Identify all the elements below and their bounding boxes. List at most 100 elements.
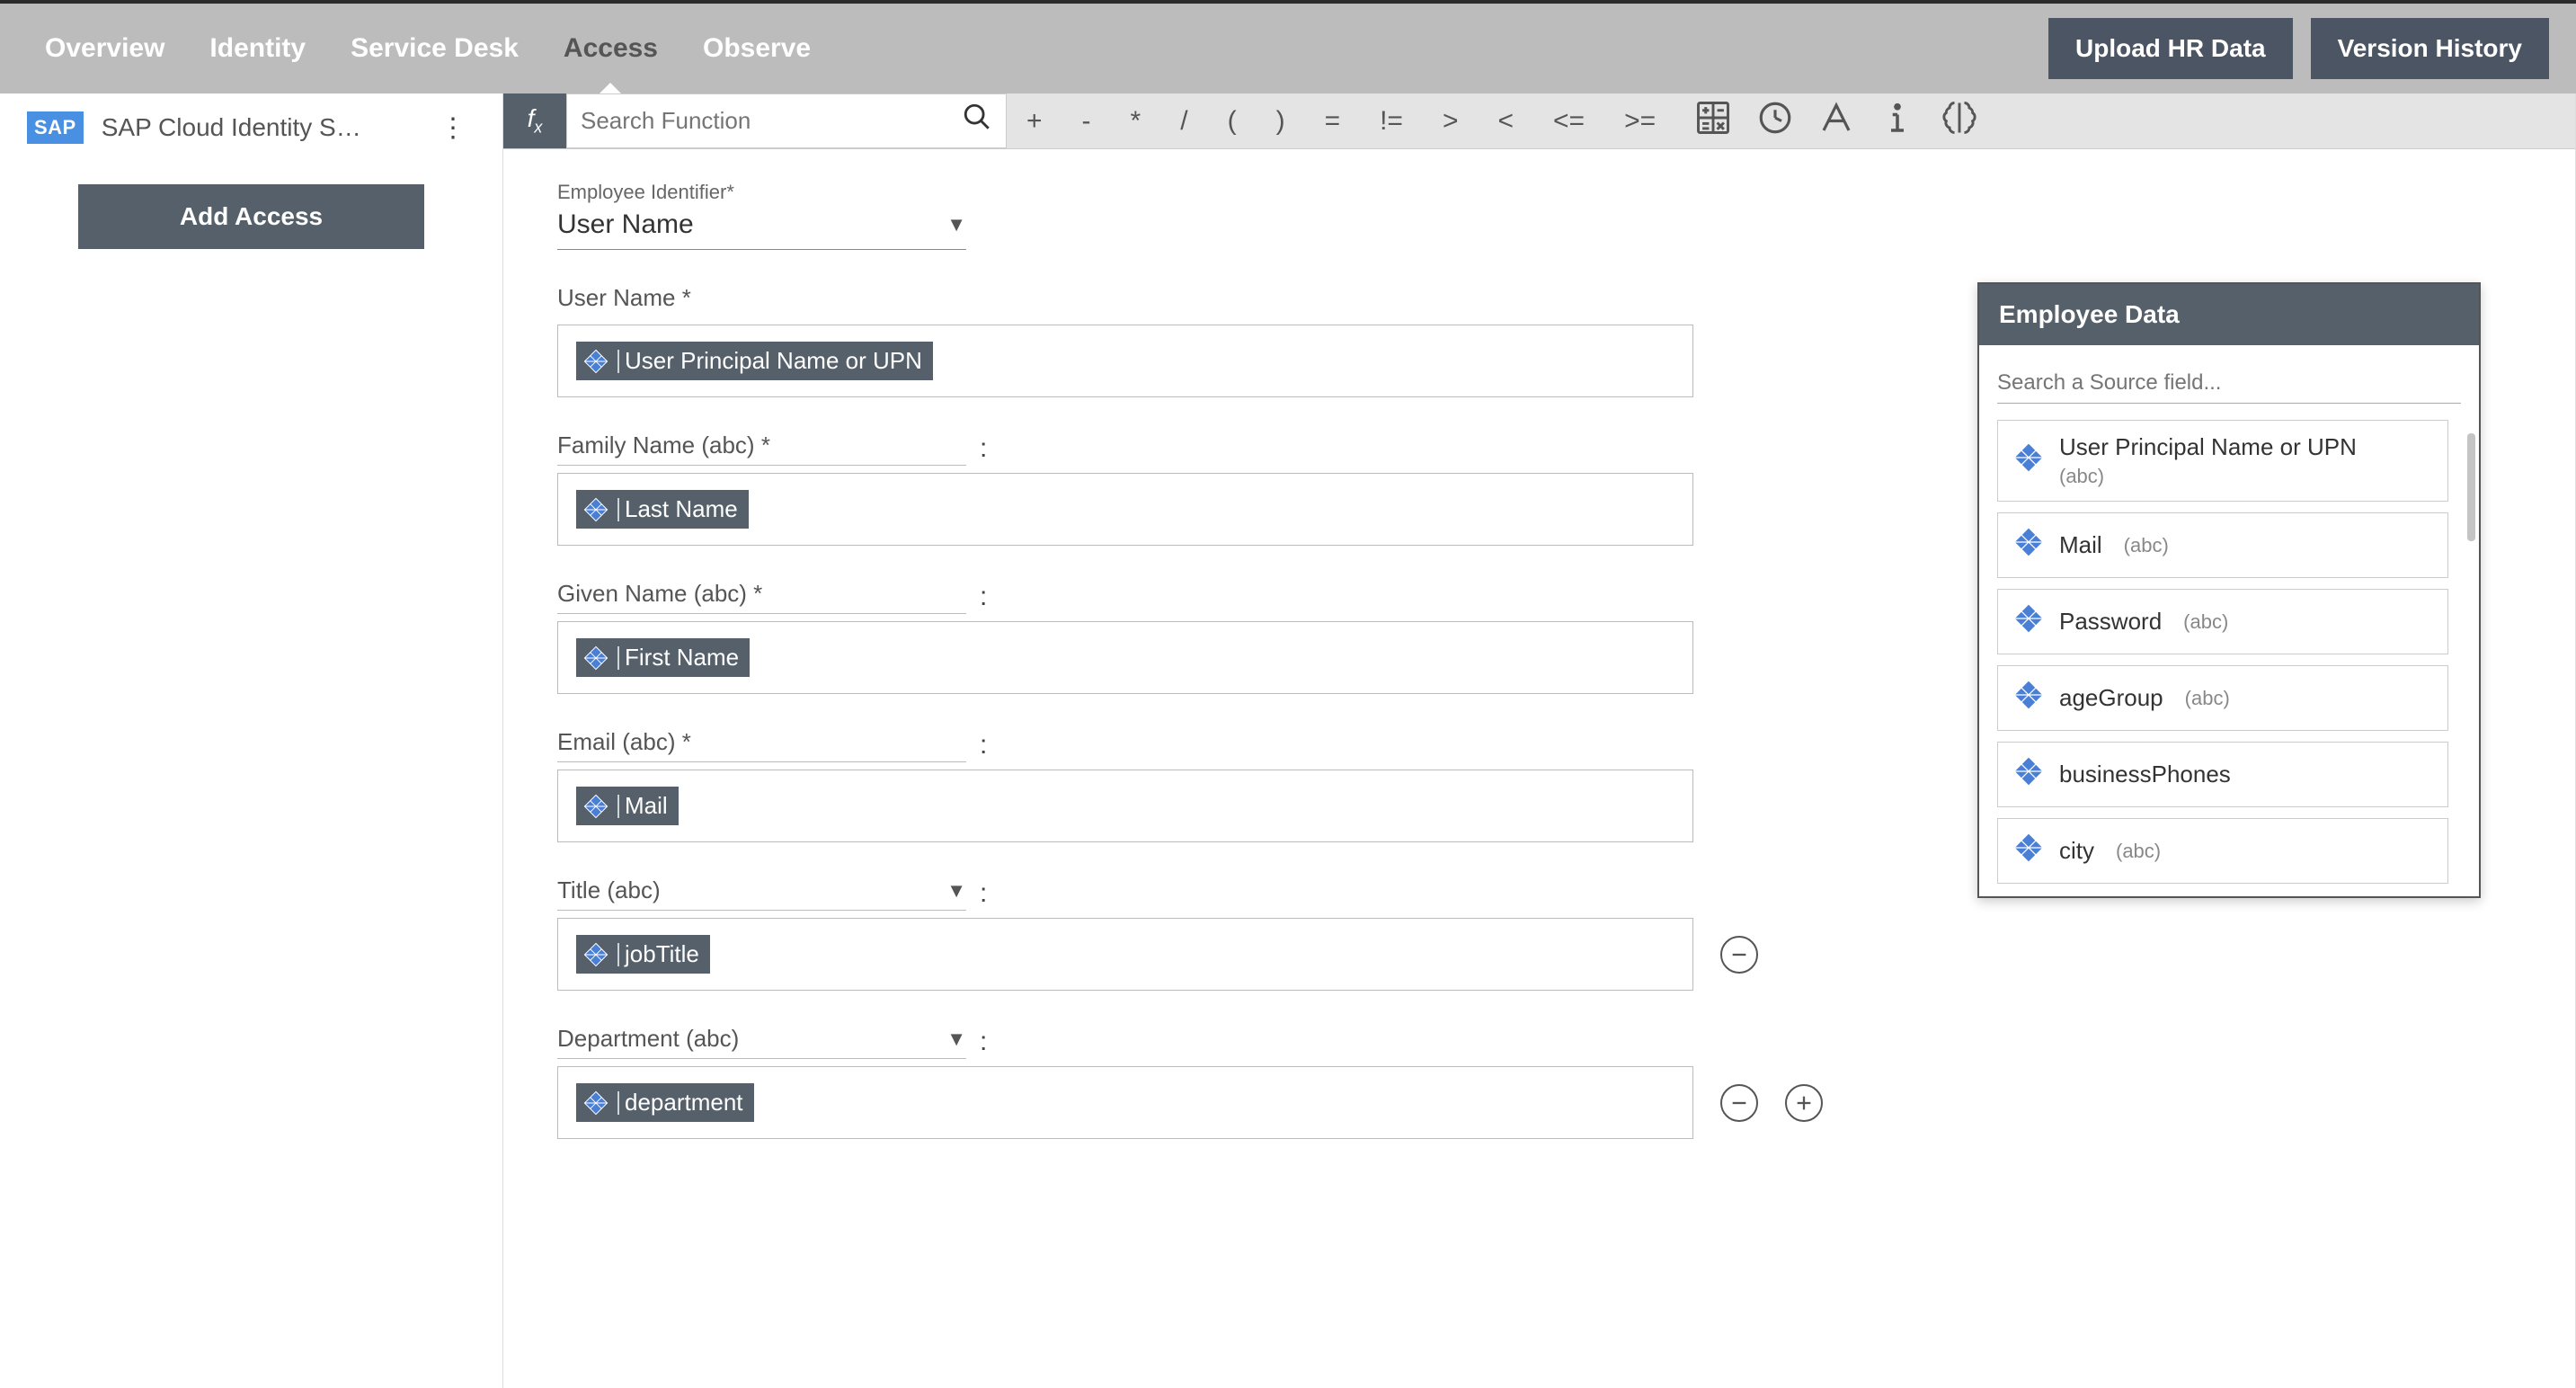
field-label[interactable]: Department (abc)▼: [557, 1025, 966, 1059]
mapping-input[interactable]: Mail: [557, 770, 1693, 842]
operator-button[interactable]: /: [1160, 106, 1207, 137]
colon-label: :: [980, 1027, 987, 1057]
kebab-menu-icon[interactable]: ⋮: [431, 112, 475, 144]
source-field-item[interactable]: businessPhones: [1997, 742, 2448, 807]
formula-toolbar: fx +-*/()=!=><<=>=: [503, 93, 2575, 149]
employee-identifier-label: Employee Identifier*: [557, 181, 1977, 204]
operator-button[interactable]: <: [1478, 106, 1533, 137]
source-field-list: User Principal Name or UPN(abc) Mail (abc)…: [1997, 420, 2461, 896]
operator-button[interactable]: +: [1007, 106, 1062, 137]
sidebar: SAP SAP Cloud Identity S… ⋮ Add Access: [0, 93, 503, 1388]
source-field-item[interactable]: User Principal Name or UPN(abc): [1997, 420, 2448, 502]
source-chip[interactable]: User Principal Name or UPN: [576, 342, 933, 380]
operator-buttons: +-*/()=!=><<=>=: [1007, 93, 1675, 148]
field-label: User Name *: [557, 284, 966, 317]
operator-button[interactable]: ): [1257, 106, 1305, 137]
clock-icon[interactable]: [1756, 99, 1794, 143]
remove-field-button[interactable]: [1720, 936, 1758, 974]
employee-identifier-group: Employee Identifier* User Name ▼: [557, 181, 1977, 250]
field-label[interactable]: Title (abc)▼: [557, 876, 966, 911]
mapping-input[interactable]: Last Name: [557, 473, 1693, 546]
mapping-input[interactable]: jobTitle: [557, 918, 1693, 991]
chevron-down-icon: ▼: [946, 1028, 966, 1051]
add-access-button[interactable]: Add Access: [78, 184, 424, 249]
colon-label: :: [980, 878, 987, 909]
field-label: Given Name (abc) *: [557, 580, 966, 614]
diamond-icon: [2012, 832, 2045, 870]
popup-title: Employee Data: [1979, 284, 2479, 345]
source-field-search-input[interactable]: [1997, 363, 2461, 404]
mapping-input[interactable]: department: [557, 1066, 1693, 1139]
colon-label: :: [980, 730, 987, 761]
employee-data-popup: Employee Data User Principal Name or UPN…: [1977, 282, 2481, 898]
diamond-icon: [2012, 755, 2045, 794]
scrollbar-thumb[interactable]: [2467, 433, 2475, 541]
tab-access[interactable]: Access: [546, 17, 676, 80]
brain-icon[interactable]: [1940, 98, 1979, 144]
operator-button[interactable]: <=: [1533, 106, 1604, 137]
source-field-item[interactable]: ageGroup (abc): [1997, 665, 2448, 731]
search-icon[interactable]: [962, 102, 992, 140]
field-group: Email (abc) *:Mail: [557, 728, 1977, 842]
operator-button[interactable]: -: [1062, 106, 1111, 137]
operator-button[interactable]: (: [1208, 106, 1257, 137]
source-field-type: (abc): [2124, 534, 2169, 557]
version-history-button[interactable]: Version History: [2311, 18, 2549, 79]
source-field-item[interactable]: city (abc): [1997, 818, 2448, 884]
diamond-icon: [2012, 441, 2045, 480]
operator-button[interactable]: *: [1111, 106, 1161, 137]
sidebar-item-sap-cloud-identity[interactable]: SAP SAP Cloud Identity S… ⋮: [0, 93, 502, 162]
tab-overview[interactable]: Overview: [27, 17, 182, 80]
source-chip[interactable]: department: [576, 1083, 754, 1122]
chevron-down-icon: ▼: [946, 213, 966, 236]
source-field-item[interactable]: Password(abc): [1997, 589, 2448, 654]
remove-field-button[interactable]: [1720, 1084, 1758, 1122]
source-field-type: (abc): [2185, 687, 2230, 710]
tab-identity[interactable]: Identity: [191, 17, 324, 80]
source-field-name: Mail: [2059, 531, 2102, 559]
operator-button[interactable]: !=: [1360, 106, 1423, 137]
employee-identifier-value: User Name: [557, 209, 694, 240]
tab-service-desk[interactable]: Service Desk: [333, 17, 537, 80]
source-field-name: city: [2059, 837, 2094, 865]
chip-label: Mail: [625, 792, 668, 820]
source-chip[interactable]: Last Name: [576, 490, 749, 529]
diamond-icon: [583, 349, 608, 374]
info-icon[interactable]: [1879, 99, 1916, 143]
diamond-icon: [583, 794, 608, 819]
field-group: Title (abc)▼: jobTitle: [557, 876, 1977, 991]
source-chip[interactable]: jobTitle: [576, 935, 710, 974]
source-field-type: (abc): [2183, 610, 2228, 634]
source-field-name: ageGroup: [2059, 684, 2163, 712]
colon-label: :: [980, 582, 987, 612]
upload-hr-data-button[interactable]: Upload HR Data: [2048, 18, 2293, 79]
function-search-input[interactable]: [581, 94, 962, 147]
fx-badge-icon: fx: [503, 93, 566, 148]
main-panel: fx +-*/()=!=><<=>=: [503, 93, 2576, 1388]
formula-tool-icons: [1693, 93, 2006, 148]
calculator-icon[interactable]: [1693, 98, 1733, 144]
source-field-item[interactable]: Mail (abc): [1997, 512, 2448, 578]
diamond-icon: [583, 1090, 608, 1116]
mapping-input[interactable]: User Principal Name or UPN: [557, 325, 1693, 397]
diamond-icon: [2012, 602, 2045, 641]
mapping-input[interactable]: First Name: [557, 621, 1693, 694]
tab-observe[interactable]: Observe: [685, 17, 829, 80]
operator-button[interactable]: >=: [1604, 106, 1675, 137]
source-field-type: (abc): [2116, 840, 2161, 863]
field-group: Family Name (abc) *:Last Name: [557, 432, 1977, 546]
field-label: Family Name (abc) *: [557, 432, 966, 466]
chip-label: Last Name: [625, 495, 738, 523]
add-field-button[interactable]: [1785, 1084, 1823, 1122]
operator-button[interactable]: =: [1305, 106, 1361, 137]
diamond-icon: [583, 942, 608, 967]
source-chip[interactable]: Mail: [576, 787, 679, 825]
chip-label: jobTitle: [625, 940, 699, 968]
field-group: User Name * User Principal Name or UPN: [557, 284, 1977, 397]
employee-identifier-select[interactable]: User Name ▼: [557, 209, 966, 250]
diamond-icon: [583, 645, 608, 671]
font-icon[interactable]: [1817, 99, 1855, 143]
source-chip[interactable]: First Name: [576, 638, 750, 677]
operator-button[interactable]: >: [1423, 106, 1479, 137]
source-field-type: (abc): [2059, 465, 2357, 488]
